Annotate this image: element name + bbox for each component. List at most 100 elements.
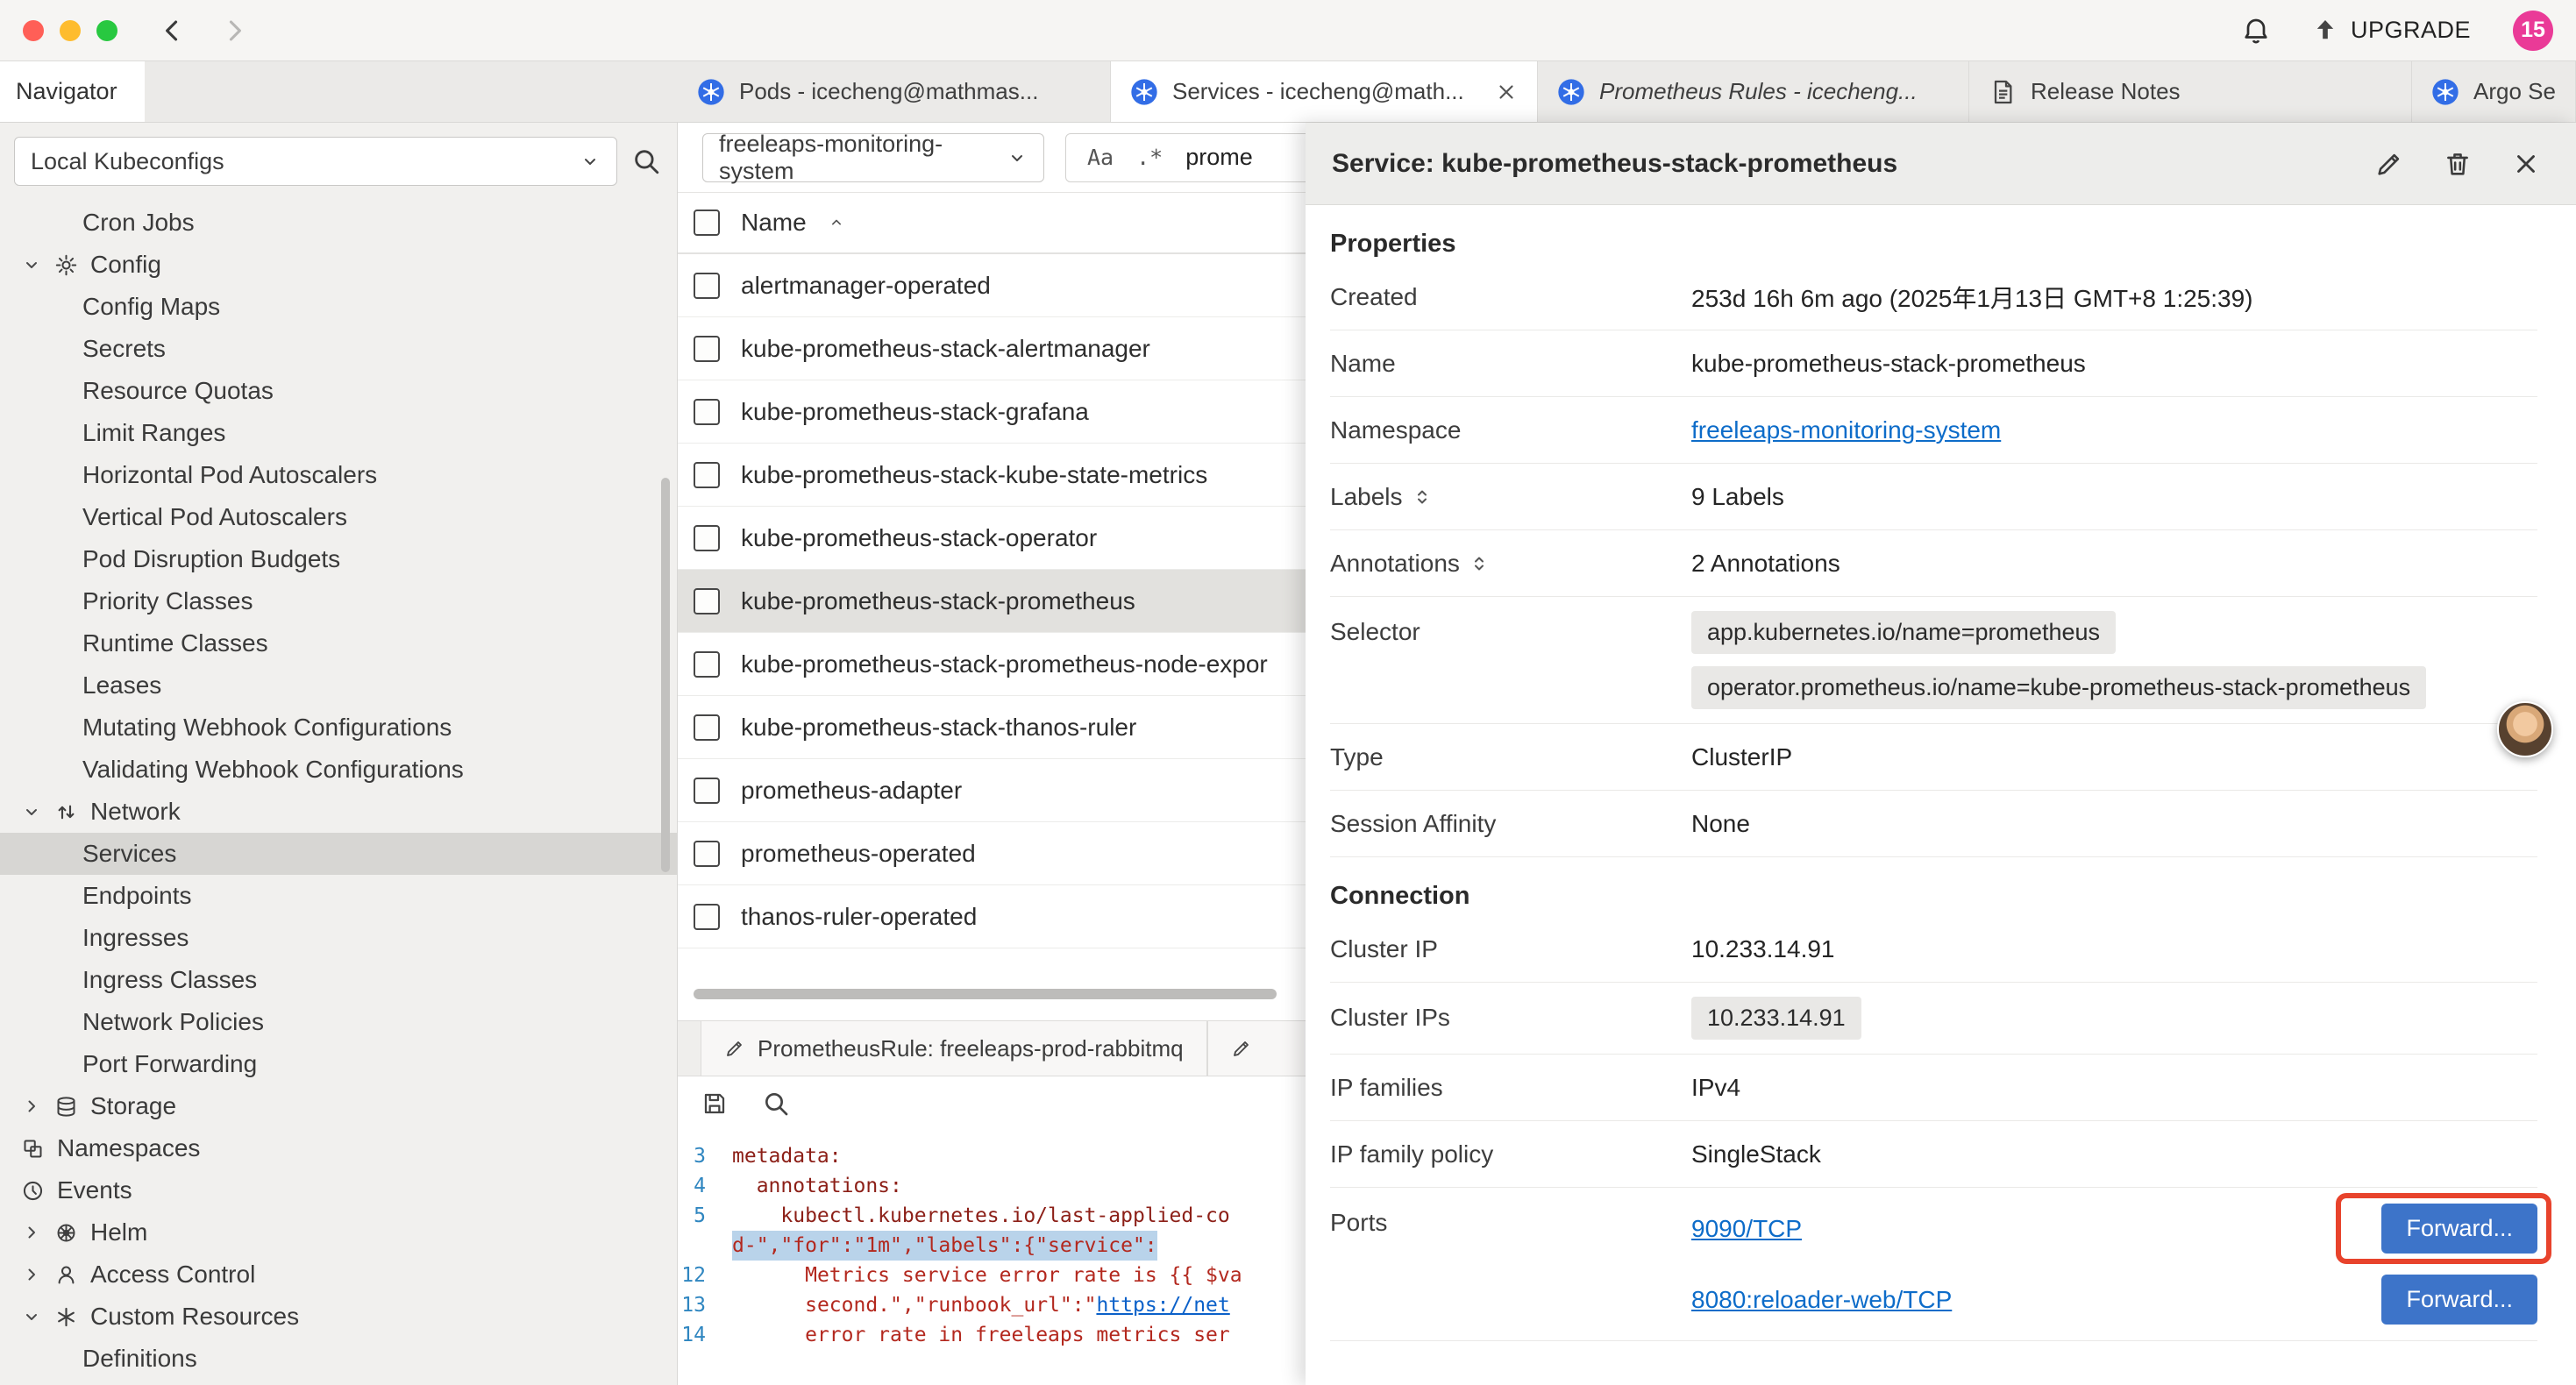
editor-tab[interactable]: PrometheusRule: freeleaps-prod-rabbitmq	[701, 1021, 1207, 1076]
sidebar-item-label: Horizontal Pod Autoscalers	[82, 461, 377, 489]
chevron-down-icon[interactable]	[21, 254, 42, 275]
sidebar-item[interactable]: Services	[0, 833, 677, 875]
match-case-toggle[interactable]: Aa	[1080, 141, 1121, 174]
trash-icon[interactable]	[2443, 149, 2473, 179]
sidebar-item[interactable]: Port Forwarding	[0, 1043, 677, 1085]
sidebar-item[interactable]: Pod Disruption Budgets	[0, 538, 677, 580]
scrollbar-thumb[interactable]	[694, 989, 1277, 999]
tab[interactable]: Services - icecheng@math...	[1111, 61, 1538, 122]
tab-close-icon[interactable]	[1495, 81, 1518, 103]
expand-toggle-icon[interactable]	[1412, 487, 1433, 508]
window-zoom-icon[interactable]	[96, 20, 117, 41]
sidebar-item-label: Config	[90, 251, 161, 279]
row-checkbox[interactable]	[694, 904, 720, 930]
sidebar-item[interactable]: Leases	[0, 664, 677, 707]
user-avatar[interactable]	[2497, 701, 2553, 757]
detail-value: 10.233.14.91	[1691, 935, 2537, 963]
notification-badge[interactable]: 15	[2513, 11, 2553, 51]
tab[interactable]: Prometheus Rules - icecheng...	[1538, 61, 1969, 122]
sidebar-item[interactable]: Runtime Classes	[0, 622, 677, 664]
kubernetes-icon	[697, 78, 725, 106]
sidebar-item[interactable]: Network	[0, 791, 677, 833]
forward-button[interactable]: Forward...	[2381, 1275, 2537, 1325]
port-link[interactable]: 9090/TCP	[1691, 1215, 1802, 1243]
editor-search-icon[interactable]	[762, 1090, 790, 1118]
row-checkbox[interactable]	[694, 462, 720, 488]
sidebar-item[interactable]: Access Control	[0, 1254, 677, 1296]
regex-toggle[interactable]: .*	[1129, 141, 1170, 174]
sidebar-item[interactable]: Vertical Pod Autoscalers	[0, 496, 677, 538]
sidebar-item[interactable]: Mutating Webhook Configurations	[0, 707, 677, 749]
sidebar-item[interactable]: Namespaces	[0, 1127, 677, 1169]
detail-label-text: Selector	[1330, 618, 1420, 646]
sidebar-item[interactable]: Secrets	[0, 328, 677, 370]
edit-icon[interactable]	[2374, 149, 2404, 179]
window-minimize-icon[interactable]	[60, 20, 81, 41]
line-number: 13	[678, 1290, 732, 1320]
sidebar-item[interactable]: Helm	[0, 1211, 677, 1254]
sidebar-item[interactable]: Storage	[0, 1085, 677, 1127]
sidebar-item-label: Port Forwarding	[82, 1050, 257, 1078]
sidebar-item-label: Network	[90, 798, 181, 826]
sidebar-item[interactable]: Ingress Classes	[0, 959, 677, 1001]
close-icon[interactable]	[2511, 149, 2541, 179]
sidebar-item[interactable]: Config	[0, 244, 677, 286]
back-icon[interactable]	[158, 16, 188, 46]
sort-asc-icon	[828, 214, 845, 231]
row-checkbox[interactable]	[694, 273, 720, 299]
sidebar-item[interactable]: Network Policies	[0, 1001, 677, 1043]
sidebar-item[interactable]: Limit Ranges	[0, 412, 677, 454]
upgrade-button[interactable]: UPGRADE	[2310, 16, 2471, 46]
row-checkbox[interactable]	[694, 778, 720, 804]
detail-value: 10.233.14.91	[1691, 988, 2537, 1048]
sidebar-item-label: Ingresses	[82, 924, 189, 952]
sidebar-item[interactable]: Cron Jobs	[0, 202, 677, 244]
sidebar-item[interactable]: Ingresses	[0, 917, 677, 959]
bell-icon[interactable]	[2240, 15, 2272, 46]
namespace-filter[interactable]: freeleaps-monitoring-system	[702, 133, 1044, 182]
sidebar-item[interactable]: Config Maps	[0, 286, 677, 328]
sidebar-item[interactable]: Priority Classes	[0, 580, 677, 622]
sidebar-scrollbar[interactable]	[661, 478, 670, 872]
row-checkbox[interactable]	[694, 588, 720, 614]
sidebar-item[interactable]: Validating Webhook Configurations	[0, 749, 677, 791]
sidebar-item[interactable]: Definitions	[0, 1338, 677, 1380]
sidebar-item[interactable]: Horizontal Pod Autoscalers	[0, 454, 677, 496]
save-icon[interactable]	[701, 1090, 729, 1118]
chevron-right-icon[interactable]	[21, 1264, 42, 1285]
chevron-down-icon[interactable]	[21, 1306, 42, 1327]
sidebar-item-label: Runtime Classes	[82, 629, 268, 657]
detail-value: kube-prometheus-stack-prometheus	[1691, 350, 2537, 378]
select-all-checkbox[interactable]	[694, 210, 720, 236]
search-icon[interactable]	[631, 146, 661, 176]
forward-icon[interactable]	[219, 16, 249, 46]
chevron-down-icon[interactable]	[21, 801, 42, 822]
sidebar-item[interactable]: Resource Quotas	[0, 370, 677, 412]
detail-value: ClusterIP	[1691, 743, 2537, 771]
row-checkbox[interactable]	[694, 399, 720, 425]
row-checkbox[interactable]	[694, 841, 720, 867]
row-checkbox[interactable]	[694, 336, 720, 362]
row-checkbox[interactable]	[694, 525, 720, 551]
row-checkbox[interactable]	[694, 714, 720, 741]
chevron-right-icon[interactable]	[21, 1096, 42, 1117]
window-close-icon[interactable]	[23, 20, 44, 41]
column-header-name[interactable]: Name	[741, 209, 807, 237]
tab[interactable]: Pods - icecheng@mathmas...	[678, 61, 1111, 122]
sidebar-item[interactable]: Endpoints	[0, 875, 677, 917]
tab[interactable]: Argo Se	[2412, 61, 2576, 122]
namespace-link[interactable]: freeleaps-monitoring-system	[1691, 416, 2001, 444]
detail-value: None	[1691, 810, 2537, 838]
port-link[interactable]: 8080:reloader-web/TCP	[1691, 1286, 1952, 1314]
chevron-right-icon[interactable]	[21, 1222, 42, 1243]
expand-toggle-icon[interactable]	[1469, 553, 1490, 574]
sidebar-item[interactable]: Events	[0, 1169, 677, 1211]
tab[interactable]: Release Notes	[1969, 61, 2412, 122]
forward-button[interactable]: Forward...	[2381, 1204, 2537, 1254]
horizontal-scrollbar[interactable]	[694, 989, 1299, 999]
sidebar-item-label: Events	[57, 1176, 132, 1204]
section-title-connection: Connection	[1330, 882, 2537, 911]
sidebar-item[interactable]: Custom Resources	[0, 1296, 677, 1338]
kubeconfig-selector[interactable]: Local Kubeconfigs	[14, 137, 617, 186]
row-checkbox[interactable]	[694, 651, 720, 678]
